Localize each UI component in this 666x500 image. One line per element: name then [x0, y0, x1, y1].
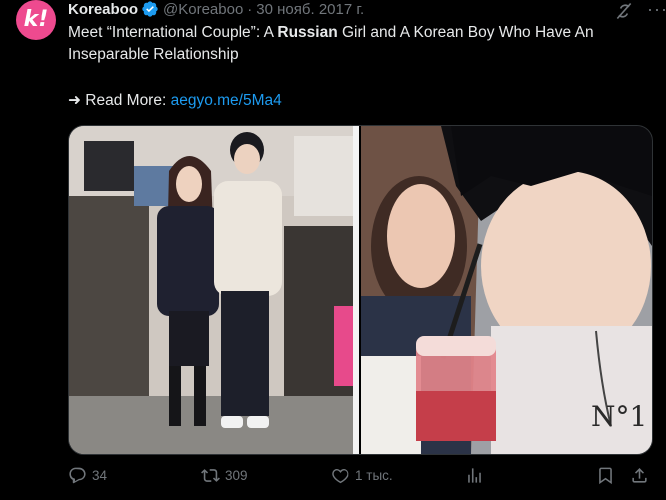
reply-count: 34: [92, 468, 108, 483]
retweet-count: 309: [225, 468, 248, 483]
tweet-header: Koreaboo @Koreaboo · 30 нояб. 2017 г.: [68, 0, 650, 20]
svg-text:N°1: N°1: [591, 400, 647, 433]
avatar[interactable]: k!: [16, 0, 56, 40]
views-icon: [468, 468, 481, 483]
tweet-text-bold: Russian: [277, 24, 338, 41]
like-icon: [332, 469, 349, 484]
store-photo-couple[interactable]: [69, 126, 359, 454]
more-options-icon[interactable]: ···: [647, 0, 666, 18]
reply-icon: [69, 467, 86, 484]
grok-icon[interactable]: [614, 1, 634, 21]
bookmark-button[interactable]: [596, 466, 615, 485]
account-name[interactable]: Koreaboo: [68, 1, 138, 18]
read-more-label: ➜ Read More:: [68, 92, 171, 109]
like-button[interactable]: 1 тыс.: [331, 466, 393, 485]
tweet-date[interactable]: 30 нояб. 2017 г.: [256, 1, 364, 18]
share-button[interactable]: [630, 466, 649, 485]
tweet[interactable]: k! Koreaboo @Koreaboo · 30 нояб. 2017 г.…: [0, 0, 666, 500]
like-count: 1 тыс.: [355, 468, 393, 483]
tweet-text: Meet “International Couple”: A Russian G…: [68, 22, 643, 66]
retweet-icon: [201, 469, 220, 482]
separator-dot: ·: [247, 0, 253, 18]
selfie-photo-couple[interactable]: N°1: [361, 126, 652, 454]
bookmark-icon: [599, 467, 612, 485]
account-handle[interactable]: @Koreaboo: [163, 1, 243, 18]
verified-badge-icon[interactable]: [141, 0, 159, 18]
read-more-line: ➜ Read More: aegyo.me/5Ma4: [68, 90, 282, 112]
views-button[interactable]: [465, 466, 489, 485]
reply-button[interactable]: 34: [68, 466, 107, 485]
share-icon: [632, 468, 647, 483]
action-bar: 34 309 1 тыс.: [68, 466, 651, 492]
media-grid: N°1: [68, 125, 653, 455]
retweet-button[interactable]: 309: [201, 466, 248, 485]
article-link[interactable]: aegyo.me/5Ma4: [171, 92, 282, 109]
avatar-logo: k!: [23, 7, 49, 32]
tweet-text-part: Meet “International Couple”: A: [68, 24, 278, 41]
